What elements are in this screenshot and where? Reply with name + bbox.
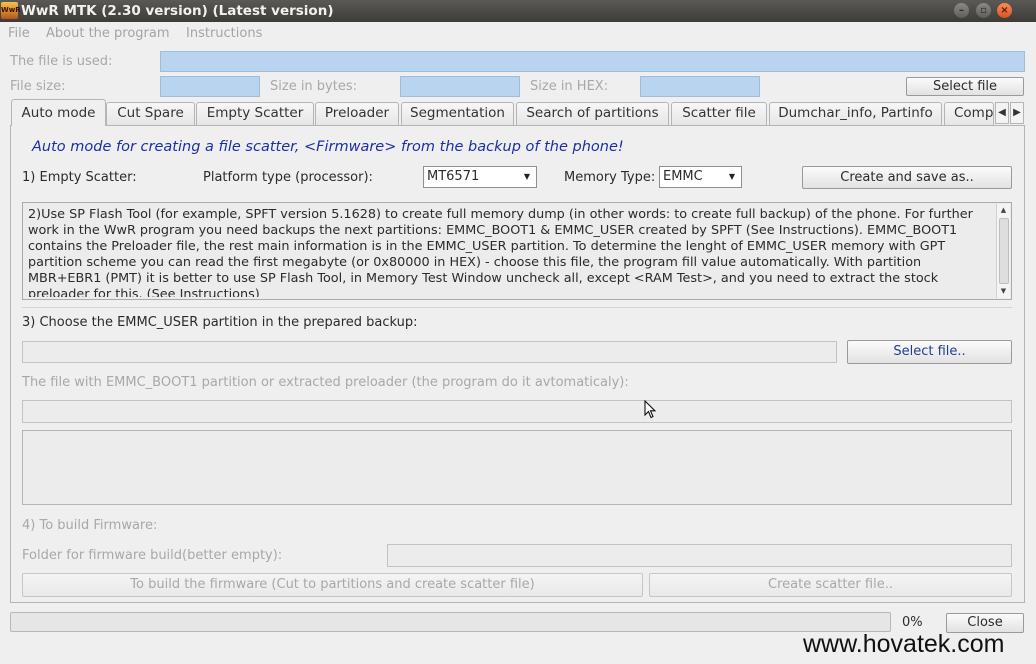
boot1-path-field[interactable] xyxy=(22,400,1012,423)
step4-label: 4) To build Firmware: xyxy=(22,518,158,533)
maximize-icon[interactable]: ▫ xyxy=(976,3,991,18)
tab-scroll-left-icon[interactable]: ◀ xyxy=(995,102,1009,124)
instructions-text: 2)Use SP Flash Tool (for example, SPFT v… xyxy=(28,207,973,297)
tab-dumchar-partinfo[interactable]: Dumchar_info, Partinfo xyxy=(769,102,942,125)
window-title: WwR MTK (2.30 version) (Latest version) xyxy=(21,3,334,19)
folder-label: Folder for firmware build(better empty): xyxy=(22,548,283,563)
app-icon: WwR xyxy=(1,2,21,19)
watermark: www.hovatek.com xyxy=(803,630,1005,658)
tab-scatter-file[interactable]: Scatter file xyxy=(671,102,767,125)
progress-bar xyxy=(10,612,891,632)
tab-preloader[interactable]: Preloader xyxy=(315,102,399,125)
file-used-label: The file is used: xyxy=(10,54,113,69)
scroll-up-icon[interactable]: ▲ xyxy=(997,204,1010,217)
menu-bar: File About the program Instructions xyxy=(0,22,1036,44)
close-icon[interactable]: × xyxy=(997,3,1012,18)
tab-search-partitions[interactable]: Search of partitions xyxy=(516,102,669,125)
minimize-icon[interactable]: – xyxy=(954,3,969,18)
platform-value: MT6571 xyxy=(427,169,480,184)
emmc-user-path-field[interactable] xyxy=(22,341,837,363)
step3-label: 3) Choose the EMMC_USER partition in the… xyxy=(22,315,418,330)
folder-field[interactable] xyxy=(387,544,1012,567)
tab-cut-spare[interactable]: Cut Spare xyxy=(106,102,195,125)
chevron-down-icon: ▼ xyxy=(728,172,736,181)
chevron-down-icon: ▼ xyxy=(523,172,531,181)
tab-scroll-right-icon[interactable]: ▶ xyxy=(1010,102,1024,124)
file-used-field xyxy=(160,51,1025,72)
size-bytes-label: Size in bytes: xyxy=(270,79,357,94)
select-file-button[interactable]: Select file xyxy=(906,77,1024,96)
build-firmware-button[interactable]: To build the firmware (Cut to partitions… xyxy=(22,573,643,597)
progress-text: 0% xyxy=(902,615,923,630)
create-scatter-button[interactable]: Create scatter file.. xyxy=(649,573,1012,597)
scroll-thumb[interactable] xyxy=(999,218,1009,284)
tab-compa[interactable]: Compa xyxy=(944,102,994,125)
step1-label: 1) Empty Scatter: xyxy=(22,170,137,185)
platform-select[interactable]: MT6571 ▼ xyxy=(423,166,537,188)
size-hex-label: Size in HEX: xyxy=(530,79,609,94)
auto-mode-header: Auto mode for creating a file scatter, <… xyxy=(32,139,624,155)
platform-label: Platform type (processor): xyxy=(203,170,373,185)
file-size-field xyxy=(160,76,260,97)
title-bar[interactable]: WwR WwR MTK (2.30 version) (Latest versi… xyxy=(0,0,1036,22)
tab-segmentation[interactable]: Segmentation xyxy=(401,102,514,125)
menu-about[interactable]: About the program xyxy=(46,26,170,41)
tab-panel-auto-mode xyxy=(10,125,1025,603)
file-size-label: File size: xyxy=(10,79,66,94)
size-bytes-field xyxy=(400,76,520,97)
mouse-cursor-icon xyxy=(644,400,657,419)
memory-type-select[interactable]: EMMC ▼ xyxy=(659,166,742,188)
instructions-scrollbar[interactable]: ▲ ▼ xyxy=(996,204,1010,298)
select-emmc-user-button[interactable]: Select file.. xyxy=(847,340,1012,364)
memory-type-label: Memory Type: xyxy=(564,170,656,185)
create-save-button[interactable]: Create and save as.. xyxy=(802,166,1012,189)
tab-empty-scatter[interactable]: Empty Scatter xyxy=(196,102,314,125)
log-area[interactable] xyxy=(22,430,1012,505)
size-hex-field xyxy=(640,76,760,97)
scroll-down-icon[interactable]: ▼ xyxy=(997,285,1010,298)
tab-auto-mode[interactable]: Auto mode xyxy=(11,99,106,126)
menu-file[interactable]: File xyxy=(8,26,30,41)
divider xyxy=(22,307,1012,308)
instructions-textbox[interactable]: 2)Use SP Flash Tool (for example, SPFT v… xyxy=(22,202,1012,300)
memory-type-value: EMMC xyxy=(663,169,703,184)
boot1-label: The file with EMMC_BOOT1 partition or ex… xyxy=(22,375,629,390)
menu-instructions[interactable]: Instructions xyxy=(186,26,262,41)
